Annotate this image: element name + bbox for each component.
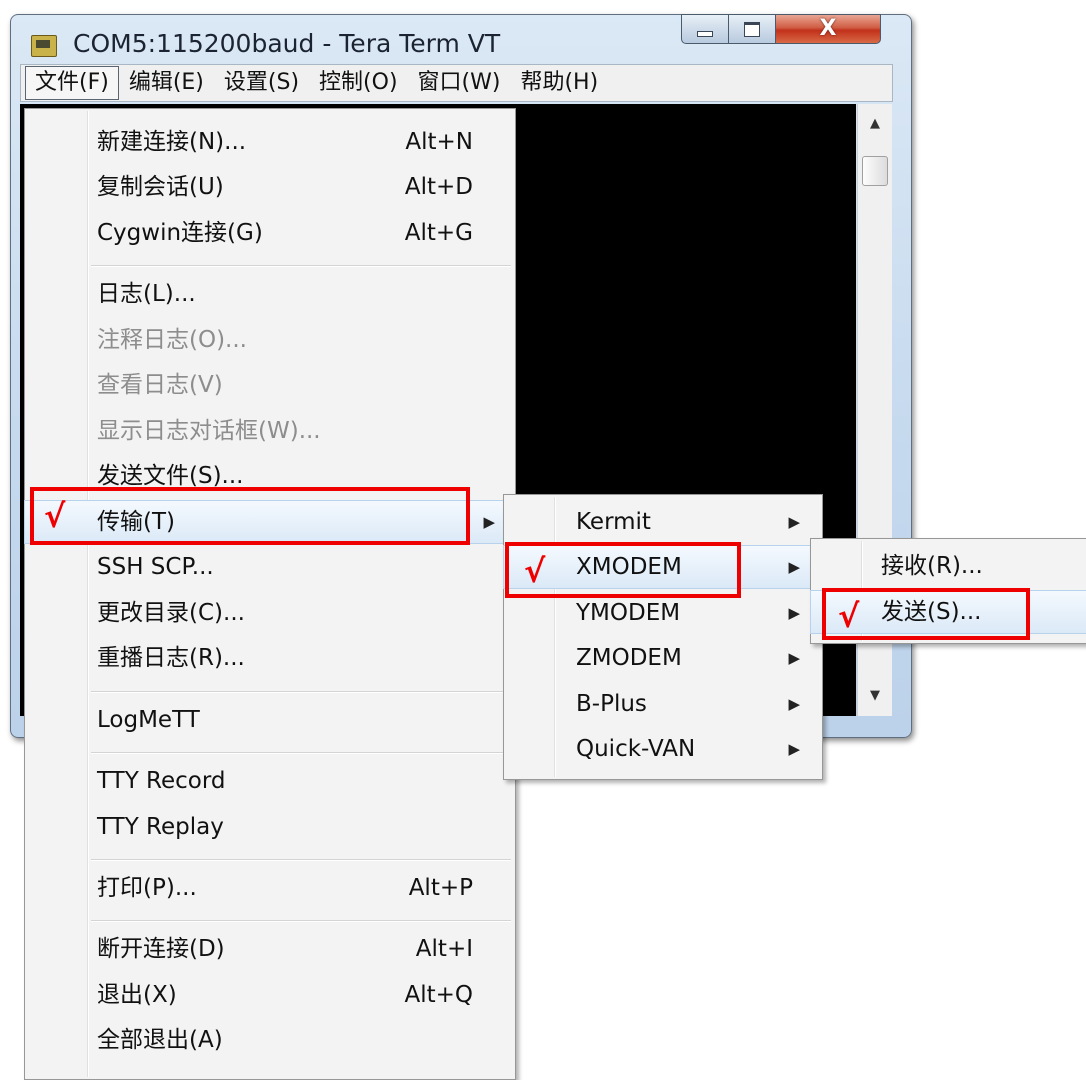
menu-item-exit-all[interactable]: 全部退出(A) xyxy=(25,1019,515,1061)
menu-separator xyxy=(91,691,511,693)
check-mark-xmodem: √ xyxy=(524,552,546,590)
transfer-submenu: Kermit ▶ XMODEM ▶ YMODEM ▶ ZMODEM ▶ B-Pl… xyxy=(503,494,823,780)
menu-file[interactable]: 文件(F) xyxy=(25,66,119,100)
menu-item-duplicate-session[interactable]: 复制会话(U) Alt+D xyxy=(25,166,515,208)
scroll-down-icon[interactable]: ▼ xyxy=(858,682,892,710)
menu-bar: 文件(F) 编辑(E) 设置(S) 控制(O) 窗口(W) 帮助(H) xyxy=(20,64,893,102)
menu-item-zmodem[interactable]: ZMODEM ▶ xyxy=(504,637,822,679)
scroll-thumb[interactable] xyxy=(862,156,888,186)
submenu-arrow-icon: ▶ xyxy=(788,604,800,622)
annotation-box-transfer xyxy=(30,487,470,545)
minimize-icon xyxy=(697,31,713,37)
menu-item-kermit[interactable]: Kermit ▶ xyxy=(504,501,822,543)
menu-item-tty-record[interactable]: TTY Record xyxy=(25,760,515,802)
menu-item-logmett[interactable]: LogMeTT xyxy=(25,699,515,741)
menu-item-view-log: 查看日志(V) xyxy=(97,372,223,398)
menu-item-new-connection[interactable]: 新建连接(N)... Alt+N xyxy=(25,121,515,163)
check-mark-transfer: √ xyxy=(44,497,66,535)
menu-item-receive[interactable]: 接收(R)... xyxy=(811,545,1086,587)
submenu-arrow-icon: ▶ xyxy=(483,513,495,531)
menu-item-change-directory[interactable]: 更改目录(C)... xyxy=(25,592,515,634)
scroll-up-icon[interactable]: ▲ xyxy=(858,110,892,138)
menu-window[interactable]: 窗口(W) xyxy=(408,67,511,99)
menu-setup[interactable]: 设置(S) xyxy=(214,67,309,99)
menu-item-disconnect[interactable]: 断开连接(D) Alt+I xyxy=(25,928,515,970)
close-button[interactable]: X xyxy=(775,14,881,44)
submenu-arrow-icon: ▶ xyxy=(788,558,800,576)
menu-item-replay-log[interactable]: 重播日志(R)... xyxy=(25,637,515,679)
tera-term-app-icon[interactable] xyxy=(31,35,57,57)
menu-separator xyxy=(91,752,511,754)
minimize-button[interactable] xyxy=(681,14,729,44)
submenu-arrow-icon: ▶ xyxy=(788,740,800,758)
menu-item-log[interactable]: 日志(L)... xyxy=(25,273,515,315)
menu-separator xyxy=(91,265,511,267)
submenu-arrow-icon: ▶ xyxy=(788,513,800,531)
close-icon: X xyxy=(819,16,837,41)
menu-item-show-log-dialog: 显示日志对话框(W)... xyxy=(97,418,321,444)
menu-item-b-plus[interactable]: B-Plus ▶ xyxy=(504,683,822,725)
menu-help[interactable]: 帮助(H) xyxy=(510,67,608,99)
menu-item-tty-replay[interactable]: TTY Replay xyxy=(25,806,515,848)
menu-item-ymodem[interactable]: YMODEM ▶ xyxy=(504,592,822,634)
maximize-icon xyxy=(744,21,760,37)
menu-item-quick-van[interactable]: Quick-VAN ▶ xyxy=(504,728,822,770)
check-mark-send: √ xyxy=(838,597,860,635)
window-title: COM5:115200baud - Tera Term VT xyxy=(73,29,501,58)
menu-separator xyxy=(91,920,511,922)
maximize-button[interactable] xyxy=(728,14,776,44)
file-menu-dropdown: 新建连接(N)... Alt+N 复制会话(U) Alt+D Cygwin连接(… xyxy=(24,108,516,1080)
submenu-arrow-icon: ▶ xyxy=(788,649,800,667)
menu-item-exit[interactable]: 退出(X) Alt+Q xyxy=(25,974,515,1016)
menu-item-comment-log: 注释日志(O)... xyxy=(97,327,247,353)
menu-separator xyxy=(91,859,511,861)
menu-item-ssh-scp[interactable]: SSH SCP... xyxy=(25,546,515,588)
submenu-arrow-icon: ▶ xyxy=(788,695,800,713)
menu-edit[interactable]: 编辑(E) xyxy=(119,67,214,99)
menu-item-print[interactable]: 打印(P)... Alt+P xyxy=(25,867,515,909)
menu-control[interactable]: 控制(O) xyxy=(309,67,407,99)
menu-item-cygwin-connection[interactable]: Cygwin连接(G) Alt+G xyxy=(25,212,515,254)
